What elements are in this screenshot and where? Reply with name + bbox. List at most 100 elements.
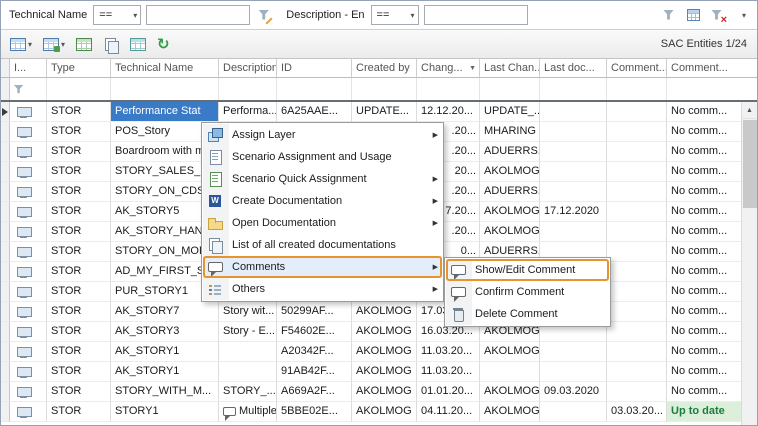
cell-id[interactable]: 91AB42F...: [277, 362, 352, 382]
cell-created_by[interactable]: AKOLMOG: [352, 322, 417, 342]
cell-last_doc[interactable]: 17.12.2020: [540, 202, 607, 222]
cell-changed[interactable]: 11.03.20...: [417, 362, 480, 382]
table-row[interactable]: STORSTORY1Multiple S...5BBE02E...AKOLMOG…: [1, 402, 757, 422]
cell-comment1[interactable]: [607, 102, 667, 122]
table-row[interactable]: STORSTORY_WITH_M...STORY_...A669A2F...AK…: [1, 382, 757, 402]
cell-created_by[interactable]: AKOLMOG: [352, 362, 417, 382]
cell-last_doc[interactable]: 09.03.2020: [540, 382, 607, 402]
cell-created_by[interactable]: UPDATE...: [352, 102, 417, 122]
filter-cell-desc[interactable]: [219, 78, 277, 100]
cell-last_chan[interactable]: AKOLMOG: [480, 402, 540, 422]
apply-filter-button[interactable]: [659, 5, 679, 25]
cell-comment2[interactable]: No comm...: [667, 302, 741, 322]
menu-item-scenario-quick-assignment[interactable]: Scenario Quick Assignment▶: [203, 168, 442, 190]
description-filter-input[interactable]: [424, 5, 528, 25]
export-copy-button[interactable]: [100, 35, 122, 53]
vertical-scrollbar[interactable]: ▲: [741, 102, 757, 425]
description-operator-select[interactable]: == ▾: [371, 5, 419, 25]
cell-last_chan[interactable]: AKOLMOG: [480, 342, 540, 362]
menu-item-scenario-assignment-and-usage[interactable]: Scenario Assignment and Usage: [203, 146, 442, 168]
column-header-comment2[interactable]: Comment...: [667, 59, 741, 77]
cell-desc[interactable]: STORY_...: [219, 382, 277, 402]
menu-item-others[interactable]: Others▶: [203, 278, 442, 300]
cell-comment1[interactable]: [607, 222, 667, 242]
cell-changed[interactable]: 12.12.20...: [417, 102, 480, 122]
cell-changed[interactable]: 11.03.20...: [417, 342, 480, 362]
submenu-item-show-edit-comment[interactable]: Show/Edit Comment: [446, 259, 609, 281]
cell-type[interactable]: STOR: [47, 102, 111, 122]
cell-last_chan[interactable]: AKOLMOG: [480, 202, 540, 222]
table-row[interactable]: STORPerformance StatPerforma...6A25AAE..…: [1, 102, 757, 122]
cell-comment2[interactable]: Up to date: [667, 402, 741, 422]
column-header-type[interactable]: Type: [47, 59, 111, 77]
export-excel-button[interactable]: [73, 36, 95, 53]
column-header-comment1[interactable]: Comment...: [607, 59, 667, 77]
cell-comment2[interactable]: No comm...: [667, 342, 741, 362]
clear-filter-button[interactable]: [707, 5, 727, 25]
filter-cell-id[interactable]: [277, 78, 352, 100]
column-header-icon[interactable]: I...: [10, 59, 47, 77]
cell-changed[interactable]: 04.11.20...: [417, 402, 480, 422]
cell-last_doc[interactable]: [540, 142, 607, 162]
cell-comment1[interactable]: [607, 162, 667, 182]
cell-type[interactable]: STOR: [47, 182, 111, 202]
column-header-id[interactable]: ID: [277, 59, 352, 77]
cell-name[interactable]: STORY1: [111, 402, 219, 422]
dropdown-caret-icon[interactable]: ▾: [61, 40, 65, 49]
cell-comment2[interactable]: No comm...: [667, 382, 741, 402]
cell-comment1[interactable]: [607, 282, 667, 302]
cell-name[interactable]: AK_STORY3: [111, 322, 219, 342]
table-row[interactable]: STORAK_STORY1A20342F...AKOLMOG11.03.20..…: [1, 342, 757, 362]
menu-item-open-documentation[interactable]: Open Documentation▶: [203, 212, 442, 234]
filter-cell-last_doc[interactable]: [540, 78, 607, 100]
cell-created_by[interactable]: AKOLMOG: [352, 382, 417, 402]
cell-comment2[interactable]: No comm...: [667, 162, 741, 182]
cell-comment2[interactable]: No comm...: [667, 242, 741, 262]
dropdown-caret-icon[interactable]: ▾: [28, 40, 32, 49]
cell-last_chan[interactable]: UPDATE_...: [480, 102, 540, 122]
cell-comment2[interactable]: No comm...: [667, 362, 741, 382]
cell-last_chan[interactable]: MHARING: [480, 122, 540, 142]
cell-comment1[interactable]: [607, 342, 667, 362]
column-header-last_doc[interactable]: Last doc...: [540, 59, 607, 77]
cell-type[interactable]: STOR: [47, 202, 111, 222]
cell-type[interactable]: STOR: [47, 162, 111, 182]
cell-desc[interactable]: Performa...: [219, 102, 277, 122]
cell-last_chan[interactable]: ADUERRS...: [480, 142, 540, 162]
cell-last_chan[interactable]: AKOLMOG: [480, 382, 540, 402]
filter-grid-button[interactable]: [683, 5, 703, 25]
technical-name-filter-input[interactable]: [146, 5, 250, 25]
column-header-last_chan[interactable]: Last Chan...: [480, 59, 540, 77]
cell-comment1[interactable]: [607, 122, 667, 142]
cell-type[interactable]: STOR: [47, 362, 111, 382]
table-row[interactable]: STORAK_STORY7Story wit...50299AF...AKOLM…: [1, 302, 757, 322]
cell-comment1[interactable]: [607, 362, 667, 382]
refresh-button[interactable]: ↻: [154, 35, 173, 53]
export-file-button[interactable]: [127, 36, 149, 53]
cell-type[interactable]: STOR: [47, 222, 111, 242]
filter-cell-icon[interactable]: [10, 78, 47, 100]
cell-last_doc[interactable]: [540, 102, 607, 122]
cell-type[interactable]: STOR: [47, 342, 111, 362]
cell-id[interactable]: 50299AF...: [277, 302, 352, 322]
cell-comment1[interactable]: [607, 202, 667, 222]
cell-last_chan[interactable]: [480, 362, 540, 382]
cell-type[interactable]: STOR: [47, 382, 111, 402]
cell-last_doc[interactable]: [540, 222, 607, 242]
cell-changed[interactable]: 01.01.20...: [417, 382, 480, 402]
menu-item-list-of-all-created-documentations[interactable]: List of all created documentations: [203, 234, 442, 256]
column-header-changed[interactable]: Chang...▼: [417, 59, 480, 77]
cell-comment1[interactable]: [607, 182, 667, 202]
cell-type[interactable]: STOR: [47, 142, 111, 162]
cell-name[interactable]: STORY_WITH_M...: [111, 382, 219, 402]
cell-comment2[interactable]: No comm...: [667, 122, 741, 142]
column-header-created_by[interactable]: Created by: [352, 59, 417, 77]
cell-comment2[interactable]: No comm...: [667, 142, 741, 162]
filter-cell-comment1[interactable]: [607, 78, 667, 100]
cell-id[interactable]: A20342F...: [277, 342, 352, 362]
cell-last_doc[interactable]: [540, 402, 607, 422]
cell-created_by[interactable]: AKOLMOG: [352, 402, 417, 422]
column-header-desc[interactable]: Description: [219, 59, 277, 77]
cell-last_chan[interactable]: ADUERRS...: [480, 182, 540, 202]
cell-last_chan[interactable]: AKOLMOG: [480, 222, 540, 242]
